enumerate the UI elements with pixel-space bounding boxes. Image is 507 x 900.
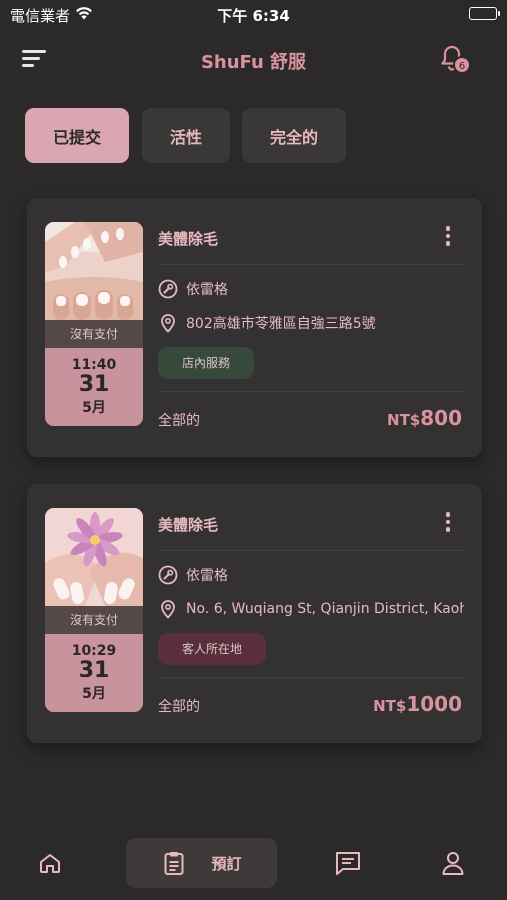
booking-day: 31 [78,372,110,397]
location-pin-icon [161,314,175,333]
manicure-pedicure-photo [45,222,143,320]
provider-row: 依雷格 [158,278,464,300]
total-price: NT$1000 [373,692,462,716]
booking-thumbnail: 沒有支付 10:29 31 5月 [45,508,143,712]
top-bar: ShuFu 舒服 6 [0,40,507,80]
currency: NT$ [387,411,421,429]
nav-bookings[interactable]: 預訂 [126,838,277,888]
booking-month: 5月 [82,686,106,702]
tab-completed[interactable]: 完全的 [242,108,346,163]
booking-time: 10:29 [71,643,117,659]
address-text: 802高雄市苓雅區自強三路5號 [186,316,376,332]
app-title: ShuFu 舒服 [200,52,307,73]
amount: 800 [420,406,462,430]
clock: 下午 6:34 [217,7,290,25]
booking-month: 5月 [82,400,106,416]
service-type-badge: 客人所在地 [158,633,267,665]
amount: 1000 [406,692,462,716]
service-name: 美體除毛 [158,230,219,248]
bottom-nav: 預訂 [0,830,507,900]
nav-profile[interactable] [431,838,475,888]
booking-date: 10:29 31 5月 [45,634,143,712]
booking-card[interactable]: 沒有支付 11:40 31 5月 美體除毛 依雷格 802高雄市苓雅區自強三路5… [27,198,482,457]
wrench-icon [158,279,178,299]
payment-status: 沒有支付 [45,606,143,634]
payment-status: 沒有支付 [45,320,143,348]
nav-messages[interactable] [326,838,370,888]
tab-active[interactable]: 活性 [142,108,230,163]
booking-thumbnail: 沒有支付 11:40 31 5月 [45,222,143,426]
divider [158,677,464,678]
provider-name: 依雷格 [186,568,228,584]
status-bar: 電信業者 下午 6:34 [0,0,507,30]
service-type-badge: 店內服務 [158,347,255,379]
total-price: NT$800 [387,406,462,430]
nav-home[interactable] [28,838,72,888]
booking-date: 11:40 31 5月 [45,348,143,426]
divider [158,391,464,392]
booking-card[interactable]: 沒有支付 10:29 31 5月 美體除毛 依雷格 No. 6, Wuqiang… [27,484,482,743]
manicure-flower-photo [45,508,143,606]
clipboard-icon [164,852,184,875]
address-row: 802高雄市苓雅區自強三路5號 [158,312,464,334]
more-options-icon[interactable] [441,226,455,248]
provider-name: 依雷格 [186,282,228,298]
divider [158,264,464,265]
home-icon [40,854,60,873]
notification-badge: 6 [453,56,471,74]
currency: NT$ [373,697,407,715]
chat-icon [336,852,360,875]
nav-bookings-label: 預訂 [211,854,242,873]
provider-row: 依雷格 [158,564,464,586]
more-options-icon[interactable] [441,512,455,534]
booking-time: 11:40 [71,357,117,373]
service-name: 美體除毛 [158,516,219,534]
battery-icon [469,7,500,20]
notification-button[interactable]: 6 [440,43,472,77]
total-label: 全部的 [158,413,200,429]
divider [158,550,464,551]
profile-icon [442,852,464,875]
address-text: No. 6, Wuqiang St, Qianjin District, Kao… [186,601,464,617]
total-label: 全部的 [158,699,200,715]
address-row: No. 6, Wuqiang St, Qianjin District, Kao… [158,598,464,620]
tab-submitted[interactable]: 已提交 [25,108,129,163]
wrench-icon [158,565,178,585]
location-pin-icon [161,600,175,619]
booking-day: 31 [78,658,110,683]
